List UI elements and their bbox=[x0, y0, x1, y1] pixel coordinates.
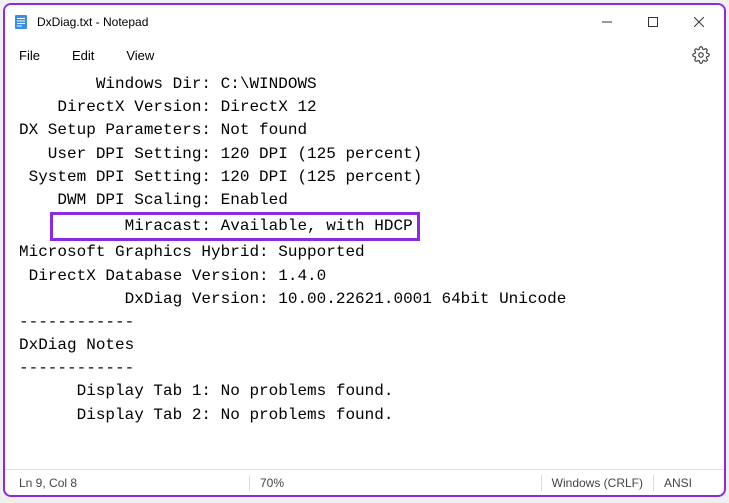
highlight-label: Miracast: bbox=[57, 217, 211, 235]
settings-icon[interactable] bbox=[692, 46, 710, 64]
status-line-ending: Windows (CRLF) bbox=[542, 476, 653, 490]
menu-view[interactable]: View bbox=[126, 48, 154, 63]
text-line: User DPI Setting: 120 DPI (125 percent) bbox=[5, 143, 724, 166]
window-controls bbox=[584, 6, 722, 38]
titlebar[interactable]: DxDiag.txt - Notepad bbox=[5, 5, 724, 39]
highlight-value: Available, with HDCP bbox=[211, 217, 413, 235]
text-area[interactable]: Windows Dir: C:\WINDOWS DirectX Version:… bbox=[5, 71, 724, 469]
statusbar: Ln 9, Col 8 70% Windows (CRLF) ANSI bbox=[5, 469, 724, 495]
text-line: DWM DPI Scaling: Enabled bbox=[5, 189, 724, 212]
status-cursor-position: Ln 9, Col 8 bbox=[19, 476, 249, 490]
text-line: DirectX Version: DirectX 12 bbox=[5, 96, 724, 119]
text-line: ------------ bbox=[5, 357, 724, 380]
text-line: ------------ bbox=[5, 311, 724, 334]
status-encoding: ANSI bbox=[654, 476, 724, 490]
text-line: Display Tab 1: No problems found. bbox=[5, 380, 724, 403]
text-line: DxDiag Notes bbox=[5, 334, 724, 357]
text-line: System DPI Setting: 120 DPI (125 percent… bbox=[5, 166, 724, 189]
text-line: Windows Dir: C:\WINDOWS bbox=[5, 73, 724, 96]
menu-file[interactable]: File bbox=[19, 48, 40, 63]
menubar: File Edit View bbox=[5, 39, 724, 71]
window-title: DxDiag.txt - Notepad bbox=[37, 15, 148, 29]
maximize-button[interactable] bbox=[630, 6, 676, 38]
text-line: Microsoft Graphics Hybrid: Supported bbox=[5, 241, 724, 264]
text-line: Miracast: Available, with HDCP bbox=[5, 212, 724, 241]
menu-edit[interactable]: Edit bbox=[72, 48, 94, 63]
status-zoom: 70% bbox=[250, 476, 294, 490]
notepad-icon bbox=[13, 14, 29, 30]
text-line: DirectX Database Version: 1.4.0 bbox=[5, 265, 724, 288]
close-button[interactable] bbox=[676, 6, 722, 38]
text-line: DxDiag Version: 10.00.22621.0001 64bit U… bbox=[5, 288, 724, 311]
text-line: DX Setup Parameters: Not found bbox=[5, 119, 724, 142]
notepad-window: DxDiag.txt - Notepad File Edit View bbox=[3, 3, 726, 497]
miracast-highlight: Miracast: Available, with HDCP bbox=[50, 212, 419, 241]
minimize-button[interactable] bbox=[584, 6, 630, 38]
text-line: Display Tab 2: No problems found. bbox=[5, 404, 724, 427]
